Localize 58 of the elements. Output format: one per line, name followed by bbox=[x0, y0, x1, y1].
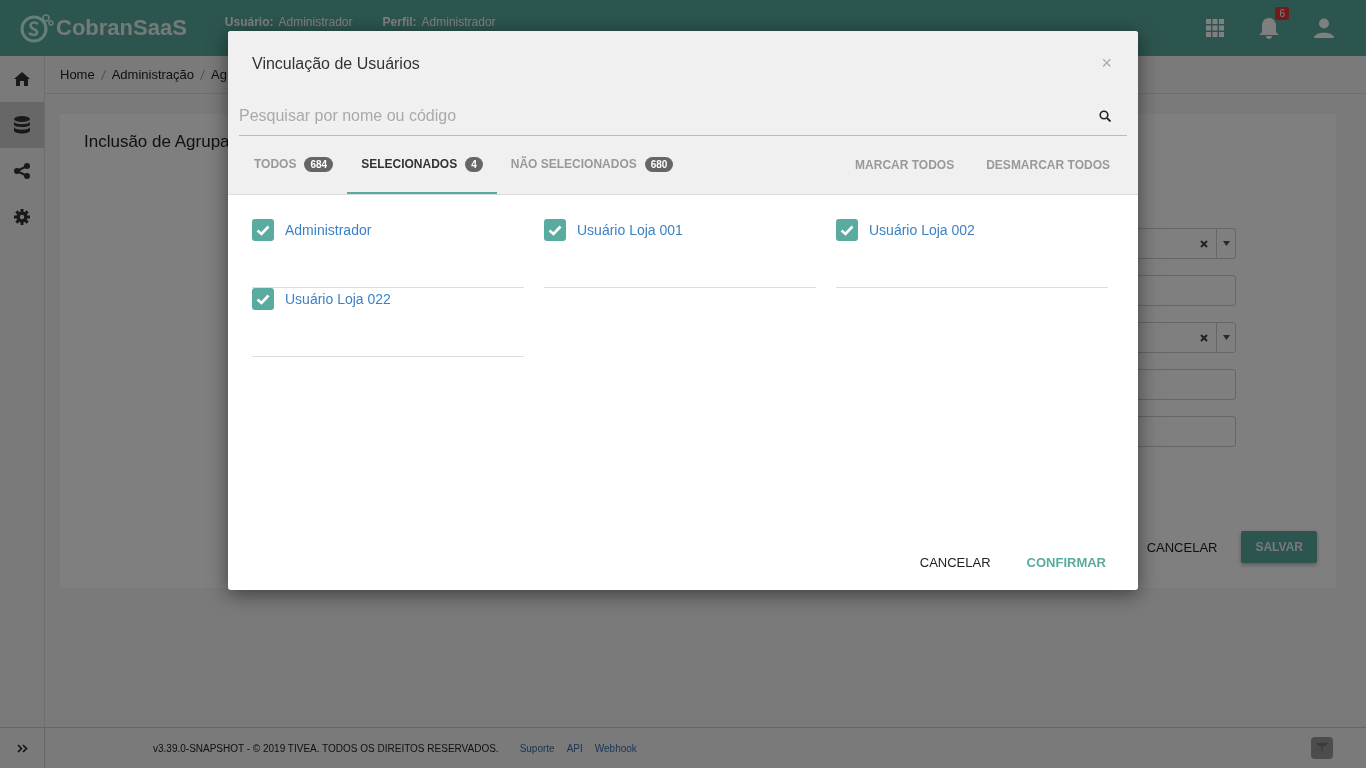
user-label: Usuário: bbox=[224, 15, 274, 29]
tab[interactable]: SELECIONADOS 4 bbox=[347, 136, 497, 194]
coin-icon bbox=[20, 13, 54, 43]
footer-link[interactable]: API bbox=[566, 742, 583, 754]
tab[interactable]: TODOS 684 bbox=[240, 136, 348, 194]
checkbox[interactable] bbox=[252, 219, 274, 241]
bell-icon[interactable] bbox=[1258, 16, 1280, 40]
search-icon[interactable] bbox=[1099, 110, 1111, 122]
breadcrumb-link[interactable]: Home bbox=[60, 67, 95, 82]
breadcrumb-link[interactable]: Administração bbox=[111, 67, 195, 82]
user-option-label[interactable]: Usuário Loja 002 bbox=[869, 219, 975, 241]
user-option-label[interactable]: Administrador bbox=[285, 219, 372, 241]
database-icon bbox=[14, 116, 30, 134]
dialog-title: Vinculação de Usuários bbox=[252, 54, 420, 73]
app-logo-text: CobranSaaS bbox=[56, 15, 187, 41]
check-icon bbox=[256, 293, 270, 305]
clear-icon[interactable] bbox=[1200, 333, 1208, 342]
breadcrumb-link[interactable]: Ag bbox=[211, 67, 227, 82]
apps-grid-icon[interactable] bbox=[1206, 19, 1224, 37]
notification-count: 6 bbox=[1275, 7, 1289, 20]
user-option[interactable]: Usuário Loja 002 bbox=[836, 219, 1108, 288]
check-icon bbox=[548, 224, 562, 236]
caret-icon bbox=[1222, 241, 1230, 246]
user-option[interactable]: Administrador bbox=[252, 219, 524, 288]
cancel-button[interactable]: CANCELAR bbox=[911, 547, 999, 578]
tab-action-button[interactable]: MARCAR TODOS bbox=[839, 136, 971, 194]
home-icon bbox=[14, 72, 30, 86]
user-option-label[interactable]: Usuário Loja 022 bbox=[285, 288, 391, 310]
breadcrumb-separator-icon bbox=[200, 69, 206, 80]
sidebar-item[interactable] bbox=[0, 102, 44, 148]
clear-icon[interactable] bbox=[1200, 239, 1208, 248]
tab-action-button[interactable]: DESMARCAR TODOS bbox=[970, 136, 1126, 194]
profile-name: Administrador bbox=[421, 15, 496, 29]
user-icon[interactable] bbox=[1314, 18, 1334, 38]
copyright-text: v3.39.0-SNAPSHOT - © 2019 TIVEA. TODOS OS DIREITOS RESERVADOS. bbox=[153, 742, 499, 754]
user-option-label[interactable]: Usuário Loja 001 bbox=[577, 219, 683, 241]
cancel-button[interactable]: CANCELAR bbox=[1138, 531, 1226, 563]
caret-icon bbox=[1222, 335, 1230, 340]
user-option[interactable]: Usuário Loja 022 bbox=[252, 288, 524, 357]
tab[interactable]: NÃO SELECIONADOS 680 bbox=[496, 136, 688, 194]
share-icon bbox=[14, 163, 30, 179]
expand-icon[interactable] bbox=[16, 743, 28, 753]
checkbox[interactable] bbox=[836, 219, 858, 241]
footer-link[interactable]: Webhook bbox=[594, 742, 637, 754]
check-icon bbox=[840, 224, 854, 236]
footer-link[interactable]: Suporte bbox=[519, 742, 555, 754]
user-option[interactable]: Usuário Loja 001 bbox=[544, 219, 816, 288]
search-field[interactable]: Pesquisar por nome ou código bbox=[239, 96, 1127, 136]
checkbox[interactable] bbox=[252, 288, 274, 310]
breadcrumb-separator-icon bbox=[100, 69, 106, 80]
profile-label: Perfil: bbox=[382, 15, 417, 29]
confirm-button[interactable]: CONFIRMAR bbox=[1018, 547, 1114, 578]
page-title: Inclusão de Agrupa bbox=[84, 132, 231, 152]
user-name: Administrador bbox=[278, 15, 353, 29]
checkbox[interactable] bbox=[544, 219, 566, 241]
shield-logo-icon bbox=[1311, 737, 1333, 759]
settings-icon bbox=[14, 209, 30, 225]
check-icon bbox=[256, 224, 270, 236]
